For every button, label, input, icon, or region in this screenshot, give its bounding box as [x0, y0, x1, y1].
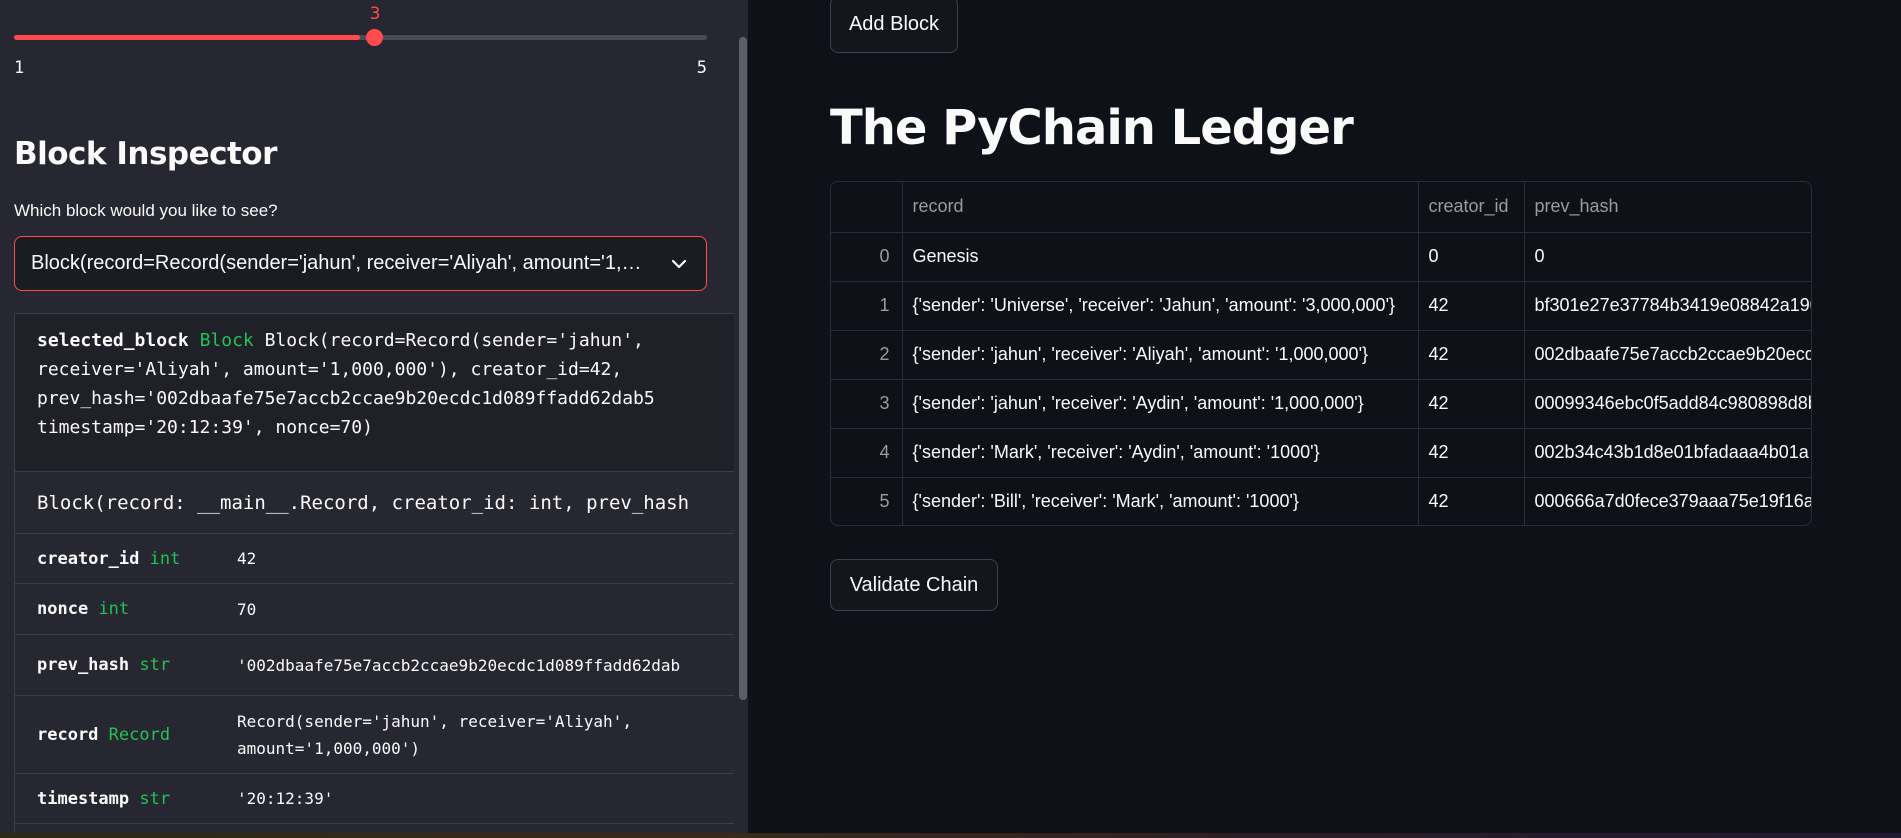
cell-record[interactable]: {'sender': 'Mark', 'receiver': 'Aydin', …: [902, 428, 1419, 478]
table-row: 5 {'sender': 'Bill', 'receiver': 'Mark',…: [831, 477, 1811, 525]
inspector-var-name: selected_block: [37, 330, 189, 351]
inspector-var-type: Block: [199, 330, 254, 351]
attribute-row-creator-id: creator_id int 42: [15, 534, 734, 584]
cell-prev-hash[interactable]: 000666a7d0fece379aaa75e19f16a: [1524, 477, 1811, 525]
table-row: 3 {'sender': 'jahun', 'receiver': 'Aydin…: [831, 379, 1811, 429]
attribute-row-nonce: nonce int 70: [15, 584, 734, 635]
row-index: 3: [831, 379, 903, 429]
block-select-label: Which block would you like to see?: [14, 201, 278, 220]
attribute-type: int: [149, 548, 181, 569]
attribute-row-prev-hash: prev_hash str '002dbaafe75e7accb2ccae9b2…: [15, 635, 734, 696]
block-select-value: Block(record=Record(sender='jahun', rece…: [31, 252, 668, 274]
cell-prev-hash[interactable]: bf301e27e37784b3419e08842a190: [1524, 281, 1811, 331]
attribute-value: 70: [237, 599, 257, 619]
row-index: 4: [831, 428, 903, 478]
column-header-record[interactable]: record: [902, 182, 1419, 233]
row-index: 0: [831, 232, 903, 282]
attribute-type: str: [139, 655, 171, 675]
add-block-button[interactable]: Add Block: [830, 0, 958, 53]
attribute-value: 42: [237, 549, 257, 568]
row-index: 5: [831, 477, 903, 525]
attribute-value: '002dbaafe75e7accb2ccae9b20ecdc1d089ffad…: [237, 655, 681, 675]
bottom-decoration-bar: [0, 833, 1901, 838]
cell-record[interactable]: {'sender': 'Bill', 'receiver': 'Mark', '…: [902, 477, 1419, 525]
cell-creator-id[interactable]: 42: [1418, 477, 1525, 525]
block-select[interactable]: Block(record=Record(sender='jahun', rece…: [14, 236, 707, 291]
table-row: 0 Genesis 0 0: [831, 232, 1811, 282]
attribute-value-line: amount='1,000,000'): [237, 738, 421, 758]
row-index: 1: [831, 281, 903, 331]
row-index: 2: [831, 330, 903, 380]
cell-prev-hash[interactable]: 0: [1524, 232, 1811, 282]
object-inspector: selected_block Block Block(record=Record…: [14, 313, 734, 833]
attribute-name: timestamp: [37, 788, 130, 809]
column-header-creator-id[interactable]: creator_id: [1418, 182, 1525, 233]
cell-record[interactable]: {'sender': 'jahun', 'receiver': 'Aydin',…: [902, 379, 1419, 429]
slider-fill: [14, 35, 360, 40]
cell-creator-id[interactable]: 42: [1418, 379, 1525, 429]
cell-prev-hash[interactable]: 002dbaafe75e7accb2ccae9b20ecd: [1524, 330, 1811, 380]
table-header-row: record creator_id prev_hash: [831, 182, 1811, 233]
cell-record[interactable]: {'sender': 'jahun', 'receiver': 'Aliyah'…: [902, 330, 1419, 380]
cell-creator-id[interactable]: 0: [1418, 232, 1525, 282]
cell-creator-id[interactable]: 42: [1418, 428, 1525, 478]
attribute-type: str: [139, 788, 171, 809]
cell-prev-hash[interactable]: 00099346ebc0f5add84c980898d8b: [1524, 379, 1811, 429]
table-row: 4 {'sender': 'Mark', 'receiver': 'Aydin'…: [831, 428, 1811, 478]
column-header-prev-hash[interactable]: prev_hash: [1524, 182, 1811, 233]
attribute-value: Record(sender='jahun', receiver='Aliyah'…: [237, 708, 734, 762]
column-header-index[interactable]: [831, 182, 903, 233]
sidebar: 3 1 5 Block Inspector Which block would …: [0, 0, 748, 833]
cell-creator-id[interactable]: 42: [1418, 330, 1525, 380]
attribute-value: '20:12:39': [237, 789, 334, 808]
attribute-name: creator_id: [37, 548, 140, 569]
inspector-repr: selected_block Block Block(record=Record…: [15, 314, 734, 472]
attribute-name: prev_hash: [37, 655, 130, 675]
slider-thumb[interactable]: [366, 29, 383, 46]
chevron-down-icon[interactable]: [668, 253, 690, 275]
cell-creator-id[interactable]: 42: [1418, 281, 1525, 331]
main-content: Add Block The PyChain Ledger record crea…: [748, 0, 1901, 833]
slider-min-label: 1: [14, 58, 25, 78]
block-number-slider[interactable]: 3 1 5: [14, 0, 707, 80]
page-title: The PyChain Ledger: [830, 100, 1354, 156]
repr-line: Block(record=Record(sender='jahun',: [264, 330, 644, 351]
attribute-name: record: [37, 724, 99, 745]
cell-prev-hash[interactable]: 002b34c43b1d8e01bfadaaa4b01a: [1524, 428, 1811, 478]
repr-line: prev_hash='002dbaafe75e7accb2ccae9b20ecd…: [37, 388, 655, 409]
attribute-value-line: Record(sender='jahun', receiver='Aliyah'…: [237, 711, 632, 731]
cell-record[interactable]: {'sender': 'Universe', 'receiver': 'Jahu…: [902, 281, 1419, 331]
attribute-name: nonce: [37, 599, 89, 619]
repr-line: timestamp='20:12:39', nonce=70): [37, 417, 373, 438]
inspector-signature: Block(record: __main__.Record, creator_i…: [15, 472, 734, 534]
slider-max-label: 5: [696, 58, 707, 78]
attribute-row-record: record Record Record(sender='jahun', rec…: [15, 696, 734, 774]
attribute-type: Record: [108, 724, 171, 745]
attribute-type: int: [98, 599, 130, 619]
cell-record[interactable]: Genesis: [902, 232, 1419, 282]
ledger-table[interactable]: record creator_id prev_hash 0 Genesis 0 …: [830, 181, 1812, 526]
attribute-row-timestamp: timestamp str '20:12:39': [15, 774, 734, 824]
slider-value-label: 3: [369, 4, 381, 24]
validate-chain-button[interactable]: Validate Chain: [830, 559, 998, 611]
repr-line: receiver='Aliyah', amount='1,000,000'), …: [37, 359, 623, 380]
table-row: 2 {'sender': 'jahun', 'receiver': 'Aliya…: [831, 330, 1811, 380]
block-inspector-heading: Block Inspector: [14, 136, 277, 172]
table-row: 1 {'sender': 'Universe', 'receiver': 'Ja…: [831, 281, 1811, 331]
sidebar-scrollbar[interactable]: [739, 37, 747, 700]
